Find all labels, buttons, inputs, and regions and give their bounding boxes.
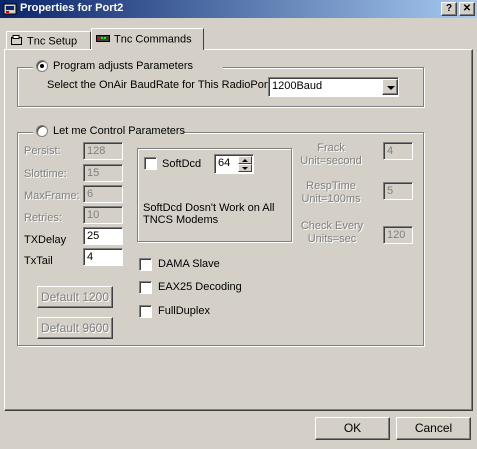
maxframe-field: 6 xyxy=(83,185,123,203)
program-params-radio[interactable] xyxy=(36,60,48,72)
softdcd-note: SoftDcd Dosn't Work on All TNCS Modems xyxy=(143,202,275,226)
softdcd-label: SoftDcd xyxy=(162,158,202,170)
txdelay-label: TXDelay xyxy=(24,234,67,246)
baud-rate-select[interactable]: 1200Baud xyxy=(268,77,399,97)
softdcd-spin-up-button[interactable] xyxy=(238,156,252,164)
title-bar[interactable]: Properties for Port2 ? ✕ xyxy=(0,0,477,18)
window-title: Properties for Port2 xyxy=(20,2,124,14)
tab-tnc-commands-label: Tnc Commands xyxy=(114,33,192,46)
help-button[interactable]: ? xyxy=(441,2,457,16)
txtail-value: 4 xyxy=(87,251,94,263)
eax25-decoding-label: EAX25 Decoding xyxy=(158,281,242,293)
close-icon: ✕ xyxy=(462,3,472,14)
maxframe-label: MaxFrame: xyxy=(24,190,80,202)
help-icon: ? xyxy=(445,3,453,14)
softdcd-value: 64 xyxy=(218,157,231,169)
default-1200-button[interactable]: Default 1200 xyxy=(37,286,113,308)
retries-value: 10 xyxy=(87,209,100,221)
maxframe-value: 6 xyxy=(87,188,94,200)
manual-params-label: Let me Control Parameters xyxy=(53,125,186,137)
retries-label: Retries: xyxy=(24,212,62,224)
slottime-field: 15 xyxy=(83,164,123,182)
resptime-label-line2: Unit=100ms xyxy=(301,193,361,205)
tnc-commands-icon xyxy=(96,33,110,46)
close-button[interactable]: ✕ xyxy=(459,2,475,16)
baud-rate-prompt: Select the OnAir BaudRate for This Radio… xyxy=(47,79,271,91)
baud-rate-dropdown-button[interactable] xyxy=(382,79,398,95)
default-9600-button[interactable]: Default 9600 xyxy=(37,317,113,339)
frack-label-line2: Unit=second xyxy=(300,155,362,167)
manual-params-radio[interactable] xyxy=(36,125,48,137)
dama-slave-checkbox[interactable] xyxy=(139,258,152,271)
tnc-setup-icon xyxy=(11,35,23,48)
app-window-icon xyxy=(3,2,17,16)
check-every-field: 120 xyxy=(383,226,413,244)
cancel-button[interactable]: Cancel xyxy=(396,417,471,440)
tab-tnc-commands[interactable]: Tnc Commands xyxy=(91,28,204,50)
txdelay-field[interactable]: 25 xyxy=(83,227,123,245)
frack-value: 4 xyxy=(387,145,394,157)
resptime-label: RespTime Unit=100ms xyxy=(296,180,366,206)
slottime-label: Slottime: xyxy=(24,168,67,180)
slottime-value: 15 xyxy=(87,167,100,179)
fullduplex-label: FullDuplex xyxy=(158,305,210,317)
softdcd-spin-down-button[interactable] xyxy=(238,164,252,172)
persist-value: 128 xyxy=(87,145,106,157)
softdcd-checkbox[interactable] xyxy=(144,157,157,170)
frack-label: Frack Unit=second xyxy=(296,142,366,168)
txdelay-value: 25 xyxy=(87,230,100,242)
resptime-field: 5 xyxy=(383,182,413,200)
tab-tnc-setup-label: Tnc Setup xyxy=(27,35,78,48)
frack-label-line1: Frack xyxy=(317,142,345,154)
check-every-label-line2: Units=sec xyxy=(307,233,357,245)
dama-slave-label: DAMA Slave xyxy=(158,258,220,270)
frack-field: 4 xyxy=(383,142,413,160)
tab-tnc-setup[interactable]: Tnc Setup xyxy=(6,31,91,49)
check-every-label-line1: Check Every xyxy=(300,220,364,232)
persist-field: 128 xyxy=(83,142,123,160)
txtail-field[interactable]: 4 xyxy=(83,248,123,266)
resptime-label-line1: RespTime xyxy=(306,180,356,192)
check-every-value: 120 xyxy=(387,229,406,241)
fullduplex-checkbox[interactable] xyxy=(139,305,152,318)
resptime-value: 5 xyxy=(387,185,394,197)
txtail-label: TxTail xyxy=(24,255,53,267)
ok-button[interactable]: OK xyxy=(315,417,390,440)
check-every-label: Check Every Units=sec xyxy=(296,220,368,246)
persist-label: Persist: xyxy=(24,145,61,157)
retries-field: 10 xyxy=(83,206,123,224)
program-params-label: Program adjusts Parameters xyxy=(53,60,193,72)
eax25-decoding-checkbox[interactable] xyxy=(139,281,152,294)
baud-rate-value: 1200Baud xyxy=(272,80,323,92)
